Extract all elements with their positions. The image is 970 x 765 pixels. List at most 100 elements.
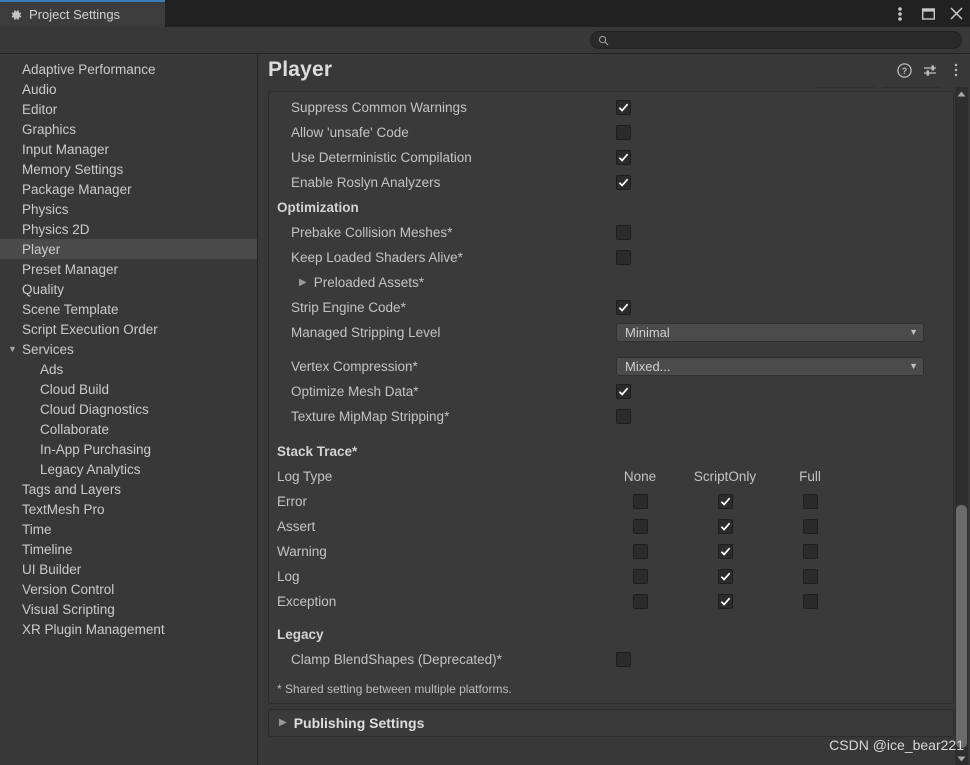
chevron-right-icon: ▶ bbox=[299, 276, 307, 288]
checkbox[interactable] bbox=[616, 150, 631, 165]
checkbox[interactable] bbox=[632, 544, 648, 559]
window-menu-button[interactable] bbox=[892, 6, 908, 22]
sidebar-item-player[interactable]: Player bbox=[0, 239, 257, 259]
preset-icon bbox=[923, 64, 936, 76]
settings-sidebar[interactable]: Adaptive Performance Audio Editor Graphics I… bbox=[0, 54, 258, 765]
publishing-settings-foldout[interactable]: ▶ Publishing Settings bbox=[268, 709, 954, 737]
setting-row[interactable]: Vertex Compression* Mixed... ▼ bbox=[269, 354, 953, 379]
checkbox[interactable] bbox=[717, 569, 733, 584]
sidebar-item-scene-template[interactable]: Scene Template bbox=[0, 299, 257, 319]
revert-button[interactable]: Revert bbox=[816, 87, 876, 88]
setting-control bbox=[616, 145, 631, 170]
vertical-scrollbar[interactable] bbox=[955, 87, 968, 765]
checkbox[interactable] bbox=[616, 100, 631, 115]
sidebar-item-quality[interactable]: Quality bbox=[0, 279, 257, 299]
stack-trace-row: Log bbox=[269, 564, 953, 589]
checkbox[interactable] bbox=[632, 594, 648, 609]
dropdown[interactable]: Mixed... ▼ bbox=[616, 357, 924, 376]
sidebar-item-physics[interactable]: Physics bbox=[0, 199, 257, 219]
sidebar-item-cloud-build[interactable]: Cloud Build bbox=[0, 379, 257, 399]
setting-row[interactable]: Enable Roslyn Analyzers bbox=[269, 170, 953, 195]
checkbox[interactable] bbox=[616, 300, 631, 315]
setting-row[interactable]: Allow 'unsafe' Code bbox=[269, 120, 953, 145]
checkbox[interactable] bbox=[616, 384, 631, 399]
checkbox[interactable] bbox=[717, 594, 733, 609]
checkbox[interactable] bbox=[802, 519, 818, 534]
checkbox[interactable] bbox=[802, 544, 818, 559]
tab-project-settings[interactable]: Project Settings bbox=[0, 0, 165, 27]
preloaded-assets-foldout[interactable]: ▶ Preloaded Assets* bbox=[269, 270, 953, 295]
chevron-down-icon bbox=[957, 756, 966, 761]
sidebar-item-label: Graphics bbox=[22, 121, 77, 137]
sidebar-item-script-execution-order[interactable]: Script Execution Order bbox=[0, 319, 257, 339]
setting-control bbox=[616, 220, 631, 245]
setting-row[interactable]: Optimize Mesh Data* bbox=[269, 379, 953, 404]
apply-button[interactable]: Apply bbox=[881, 87, 941, 88]
sidebar-item-adaptive-performance[interactable]: Adaptive Performance bbox=[0, 59, 257, 79]
checkbox[interactable] bbox=[616, 225, 631, 240]
scroll-up-button[interactable] bbox=[955, 87, 968, 100]
close-button[interactable] bbox=[948, 6, 964, 22]
checkbox[interactable] bbox=[632, 519, 648, 534]
sidebar-item-collaborate[interactable]: Collaborate bbox=[0, 419, 257, 439]
checkbox[interactable] bbox=[632, 494, 648, 509]
setting-row[interactable]: Strip Engine Code* bbox=[269, 295, 953, 320]
sidebar-item-physics-2d[interactable]: Physics 2D bbox=[0, 219, 257, 239]
sidebar-item-label: Cloud Diagnostics bbox=[40, 401, 149, 417]
checkbox[interactable] bbox=[717, 544, 733, 559]
sidebar-item-xr-plugin-management[interactable]: XR Plugin Management bbox=[0, 619, 257, 639]
sidebar-item-editor[interactable]: Editor bbox=[0, 99, 257, 119]
checkbox[interactable] bbox=[616, 652, 631, 667]
checkbox[interactable] bbox=[616, 250, 631, 265]
sidebar-item-timeline[interactable]: Timeline bbox=[0, 539, 257, 559]
maximize-button[interactable] bbox=[920, 6, 936, 22]
setting-row[interactable]: Keep Loaded Shaders Alive* bbox=[269, 245, 953, 270]
chevron-down-icon: ▼ bbox=[909, 327, 918, 337]
sidebar-item-package-manager[interactable]: Package Manager bbox=[0, 179, 257, 199]
search-box[interactable] bbox=[590, 31, 962, 49]
checkbox[interactable] bbox=[616, 125, 631, 140]
sidebar-item-textmesh-pro[interactable]: TextMesh Pro bbox=[0, 499, 257, 519]
dropdown[interactable]: Minimal ▼ bbox=[616, 323, 924, 342]
sidebar-item-input-manager[interactable]: Input Manager bbox=[0, 139, 257, 159]
sidebar-item-cloud-diagnostics[interactable]: Cloud Diagnostics bbox=[0, 399, 257, 419]
sidebar-item-preset-manager[interactable]: Preset Manager bbox=[0, 259, 257, 279]
sidebar-item-tags-and-layers[interactable]: Tags and Layers bbox=[0, 479, 257, 499]
sidebar-item-in-app-purchasing[interactable]: In-App Purchasing bbox=[0, 439, 257, 459]
sidebar-item-ui-builder[interactable]: UI Builder bbox=[0, 559, 257, 579]
chevron-down-icon[interactable]: ▼ bbox=[8, 344, 17, 354]
sidebar-item-label: Ads bbox=[40, 361, 64, 377]
settings-scroll-content: Revert Apply Suppress Common Warnings All… bbox=[268, 87, 954, 737]
sidebar-item-time[interactable]: Time bbox=[0, 519, 257, 539]
setting-row[interactable]: Clamp BlendShapes (Deprecated)* bbox=[269, 647, 953, 672]
scrollbar-thumb[interactable] bbox=[956, 505, 967, 748]
sidebar-item-version-control[interactable]: Version Control bbox=[0, 579, 257, 599]
setting-row[interactable]: Use Deterministic Compilation bbox=[269, 145, 953, 170]
checkbox[interactable] bbox=[616, 175, 631, 190]
sidebar-item-visual-scripting[interactable]: Visual Scripting bbox=[0, 599, 257, 619]
help-button[interactable]: ? bbox=[896, 62, 912, 78]
checkbox[interactable] bbox=[717, 519, 733, 534]
checkbox[interactable] bbox=[616, 409, 631, 424]
checkbox[interactable] bbox=[717, 494, 733, 509]
setting-row[interactable]: Texture MipMap Stripping* bbox=[269, 404, 953, 429]
sidebar-item-memory-settings[interactable]: Memory Settings bbox=[0, 159, 257, 179]
sidebar-item-audio[interactable]: Audio bbox=[0, 79, 257, 99]
checkbox[interactable] bbox=[802, 494, 818, 509]
checkbox[interactable] bbox=[632, 569, 648, 584]
stack-trace-cell bbox=[685, 514, 765, 539]
sidebar-item-services[interactable]: ▼ Services bbox=[0, 339, 257, 359]
scroll-down-button[interactable] bbox=[955, 752, 968, 765]
sidebar-item-ads[interactable]: Ads bbox=[0, 359, 257, 379]
checkbox[interactable] bbox=[802, 569, 818, 584]
setting-row[interactable]: Suppress Common Warnings bbox=[269, 95, 953, 120]
sidebar-item-legacy-analytics[interactable]: Legacy Analytics bbox=[0, 459, 257, 479]
preset-button[interactable] bbox=[922, 62, 938, 78]
sidebar-item-graphics[interactable]: Graphics bbox=[0, 119, 257, 139]
panel-menu-button[interactable] bbox=[948, 62, 964, 78]
setting-row[interactable]: Managed Stripping Level Minimal ▼ bbox=[269, 320, 953, 345]
checkbox[interactable] bbox=[802, 594, 818, 609]
setting-row[interactable]: Prebake Collision Meshes* bbox=[269, 220, 953, 245]
search-input[interactable] bbox=[609, 34, 961, 46]
